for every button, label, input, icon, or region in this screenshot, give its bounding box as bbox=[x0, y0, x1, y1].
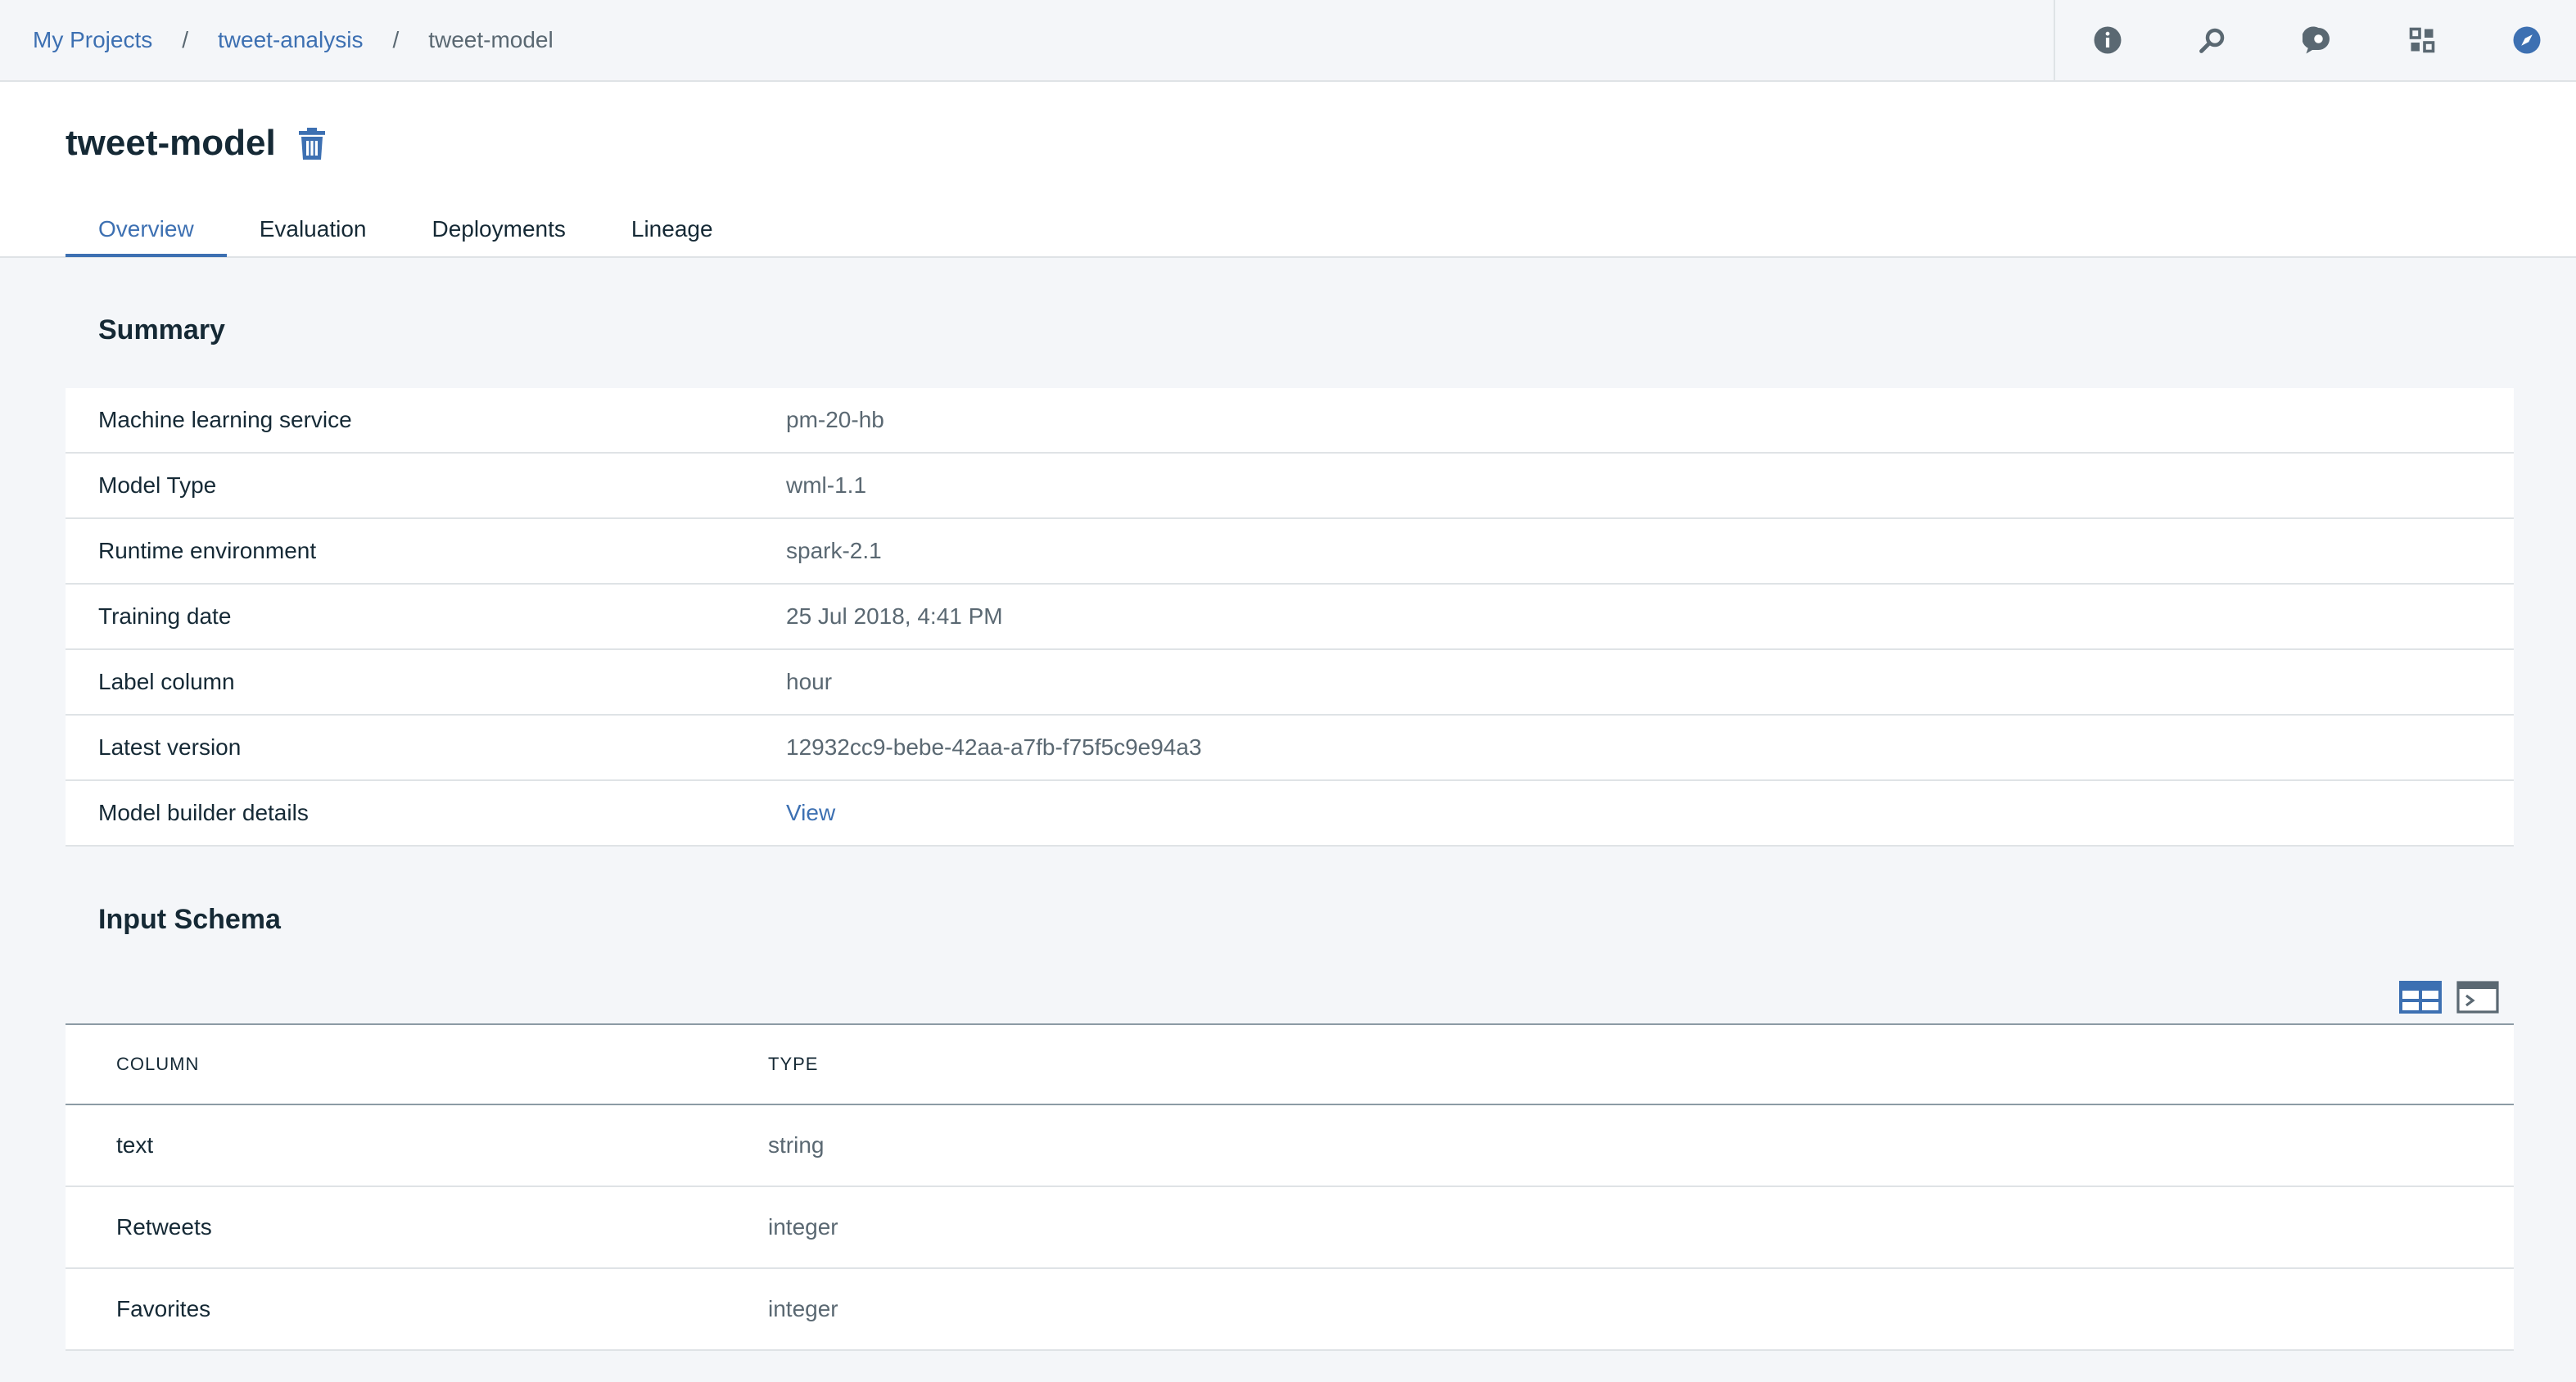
breadcrumb-current: tweet-model bbox=[428, 27, 554, 52]
page-header: tweet-model Overview Evaluation Deployme… bbox=[0, 82, 2576, 258]
table-row: Retweets integer bbox=[66, 1187, 2514, 1269]
schema-column-name: text bbox=[116, 1132, 154, 1158]
column-header-column: COLUMN bbox=[116, 1054, 200, 1074]
summary-row-runtime: Runtime environment spark-2.1 bbox=[66, 519, 2514, 585]
tab-lineage[interactable]: Lineage bbox=[599, 206, 746, 257]
summary-row-model-builder: Model builder details View bbox=[66, 781, 2514, 847]
summary-row-training-date: Training date 25 Jul 2018, 4:41 PM bbox=[66, 585, 2514, 650]
summary-value: wml-1.1 bbox=[786, 472, 867, 498]
table-row: Favorites integer bbox=[66, 1269, 2514, 1351]
summary-value: 25 Jul 2018, 4:41 PM bbox=[786, 603, 1003, 629]
summary-value: spark-2.1 bbox=[786, 538, 882, 563]
toolbar-actions bbox=[2054, 0, 2576, 80]
summary-row-ml-service: Machine learning service pm-20-hb bbox=[66, 388, 2514, 454]
schema-column-type: string bbox=[768, 1132, 825, 1158]
schema-column-type: integer bbox=[768, 1296, 838, 1321]
summary-value: pm-20-hb bbox=[786, 407, 884, 432]
schema-column-type: integer bbox=[768, 1214, 838, 1240]
summary-title: Summary bbox=[98, 314, 225, 346]
summary-value: hour bbox=[786, 669, 833, 694]
table-view-icon[interactable] bbox=[2399, 979, 2442, 1015]
summary-label: Model Type bbox=[98, 472, 217, 498]
summary-row-latest-version: Latest version 12932cc9-bebe-42aa-a7fb-f… bbox=[66, 716, 2514, 781]
page-title: tweet-model bbox=[66, 123, 276, 163]
breadcrumb: My Projects / tweet-analysis / tweet-mod… bbox=[33, 0, 554, 80]
summary-label: Training date bbox=[98, 603, 232, 629]
top-bar: My Projects / tweet-analysis / tweet-mod… bbox=[0, 0, 2576, 82]
summary-label: Label column bbox=[98, 669, 235, 694]
summary-label: Machine learning service bbox=[98, 407, 352, 432]
table-header: COLUMN TYPE bbox=[66, 1025, 2514, 1105]
tab-evaluation[interactable]: Evaluation bbox=[227, 206, 400, 257]
chat-icon[interactable] bbox=[2298, 20, 2337, 60]
summary-label: Model builder details bbox=[98, 800, 309, 825]
summary-label: Runtime environment bbox=[98, 538, 317, 563]
input-schema-title: Input Schema bbox=[98, 904, 281, 935]
info-icon[interactable] bbox=[2088, 20, 2127, 60]
summary-table: Machine learning service pm-20-hb Model … bbox=[66, 388, 2514, 847]
breadcrumb-separator: / bbox=[182, 27, 189, 52]
summary-value: 12932cc9-bebe-42aa-a7fb-f75f5c9e94a3 bbox=[786, 734, 1202, 760]
breadcrumb-separator: / bbox=[392, 27, 400, 52]
trash-icon[interactable] bbox=[298, 128, 326, 160]
summary-row-model-type: Model Type wml-1.1 bbox=[66, 454, 2514, 519]
table-row: text string bbox=[66, 1105, 2514, 1187]
tab-overview[interactable]: Overview bbox=[66, 206, 227, 257]
view-model-builder-link[interactable]: View bbox=[786, 800, 835, 826]
compass-icon[interactable] bbox=[2507, 20, 2547, 60]
apps-grid-icon[interactable] bbox=[2402, 20, 2442, 60]
summary-label: Latest version bbox=[98, 734, 242, 760]
search-assets-icon[interactable] bbox=[2193, 20, 2232, 60]
tab-bar: Overview Evaluation Deployments Lineage bbox=[66, 206, 746, 257]
input-schema-table: COLUMN TYPE text string Retweets integer… bbox=[66, 1023, 2514, 1351]
summary-row-label-column: Label column hour bbox=[66, 650, 2514, 716]
schema-column-name: Favorites bbox=[116, 1296, 211, 1321]
tab-deployments[interactable]: Deployments bbox=[399, 206, 598, 257]
column-header-type: TYPE bbox=[768, 1054, 819, 1074]
schema-column-name: Retweets bbox=[116, 1214, 212, 1240]
breadcrumb-my-projects[interactable]: My Projects bbox=[33, 27, 152, 53]
breadcrumb-tweet-analysis[interactable]: tweet-analysis bbox=[218, 27, 363, 53]
code-view-icon[interactable] bbox=[2456, 979, 2499, 1015]
